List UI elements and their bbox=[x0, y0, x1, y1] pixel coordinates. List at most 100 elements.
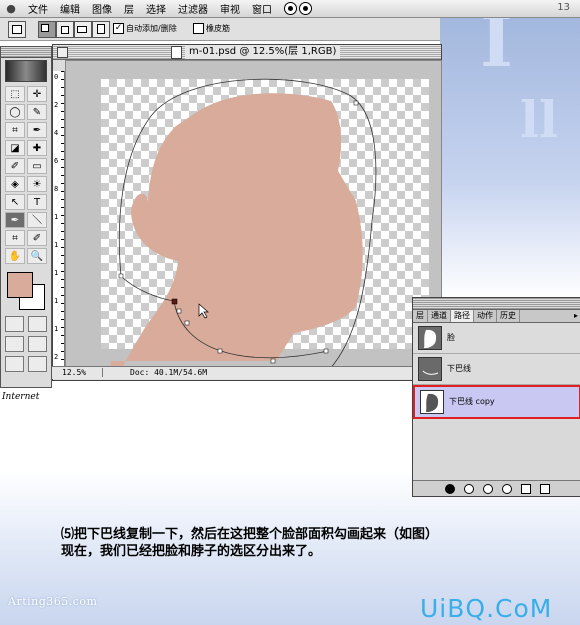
stamp-tool-icon[interactable]: ✚ bbox=[27, 140, 47, 156]
menu-file[interactable]: 文件 bbox=[22, 1, 54, 16]
path-selection-tool-icon[interactable]: ↖ bbox=[5, 194, 25, 210]
tab-channels[interactable]: 通道 bbox=[428, 310, 451, 322]
combine-mode-1-icon[interactable] bbox=[38, 21, 56, 38]
internet-label: Internet bbox=[2, 392, 40, 402]
delete-path-icon[interactable] bbox=[539, 483, 550, 494]
path-label: 下巴线 bbox=[447, 364, 471, 373]
zoom-tool-icon[interactable]: 🔍 bbox=[27, 248, 47, 264]
combine-mode-4-icon[interactable] bbox=[92, 21, 110, 38]
marquee-tool-icon[interactable]: ⬚ bbox=[5, 86, 25, 102]
path-label: 下巴线 copy bbox=[449, 397, 495, 406]
tutorial-caption: ⑸把下巴线复制一下，然后在这把整个脸部面积勾画起来（如图） 现在，我们已经把脸和… bbox=[61, 526, 438, 560]
slice-tool-icon[interactable]: ✒ bbox=[27, 122, 47, 138]
zoom-level[interactable]: 12.5% bbox=[62, 368, 103, 377]
foreground-color-swatch[interactable] bbox=[7, 272, 33, 298]
uibq-watermark: UiBQ.CoM bbox=[420, 594, 553, 623]
document-status-bar: 12.5% Doc: 40.1M/54.6M bbox=[52, 366, 440, 379]
apple-menu-icon[interactable]: ● bbox=[0, 2, 22, 15]
rubber-band-checkbox[interactable] bbox=[193, 23, 204, 34]
page-number: 13 bbox=[557, 2, 570, 13]
ruler-vertical[interactable]: 0 2 4 6 8 1 1 1 1 1 2 bbox=[53, 71, 65, 371]
standard-mode-icon[interactable] bbox=[5, 316, 24, 332]
decorative-letter: ll bbox=[520, 90, 558, 149]
brush-tool-icon[interactable]: ◪ bbox=[5, 140, 25, 156]
tab-layers[interactable]: 层 bbox=[413, 310, 428, 322]
document-title: m-01.psd @ 12.5%(层 1,RGB) bbox=[185, 45, 341, 59]
ruler-label: 1 bbox=[54, 325, 59, 333]
menu-layer[interactable]: 层 bbox=[118, 1, 140, 16]
menu-image[interactable]: 图像 bbox=[86, 1, 118, 16]
anchor-point bbox=[184, 320, 190, 326]
hand-tool-icon[interactable]: ✋ bbox=[5, 248, 25, 264]
tab-paths[interactable]: 路径 bbox=[451, 310, 474, 322]
eyes-icon bbox=[284, 2, 312, 15]
palette-menu-arrow-icon[interactable]: ▸ bbox=[571, 310, 580, 322]
gradient-tool-icon[interactable]: ◈ bbox=[5, 176, 25, 192]
auto-add-delete-label: 自动添加/删除 bbox=[126, 24, 177, 33]
pen-tool-icon[interactable]: ✒ bbox=[5, 212, 25, 228]
path-thumbnail bbox=[418, 326, 442, 350]
move-tool-icon[interactable]: ✛ bbox=[27, 86, 47, 102]
combine-mode-3-icon[interactable] bbox=[74, 21, 92, 38]
auto-add-delete-checkbox[interactable]: ✓ bbox=[113, 23, 124, 34]
combine-mode-2-icon[interactable] bbox=[56, 21, 74, 38]
jump-to-imageready-icon[interactable] bbox=[28, 356, 47, 372]
menu-window[interactable]: 窗口 bbox=[246, 1, 278, 16]
tab-actions[interactable]: 动作 bbox=[474, 310, 497, 322]
screen-mode-3-icon[interactable] bbox=[5, 356, 24, 372]
crop-tool-icon[interactable]: ⌗ bbox=[5, 122, 25, 138]
notes-tool-icon[interactable]: ⌗ bbox=[5, 230, 25, 246]
ruler-label: 1 bbox=[54, 213, 59, 221]
quick-mask-mode-icon[interactable] bbox=[28, 316, 47, 332]
screen-mode-2-icon[interactable] bbox=[28, 336, 47, 352]
toolbox-title-bar[interactable] bbox=[1, 47, 51, 58]
ruler-label: 2 bbox=[54, 101, 59, 109]
path-item-face[interactable]: 脸 bbox=[413, 323, 580, 354]
ruler-label: 2 bbox=[54, 353, 59, 361]
eraser-tool-icon[interactable]: ▭ bbox=[27, 158, 47, 174]
options-bar: ✓ 自动添加/删除 橡皮筋 bbox=[0, 18, 440, 41]
palette-title-bar[interactable] bbox=[413, 298, 580, 310]
line-tool-icon[interactable]: ＼ bbox=[27, 212, 47, 228]
ruler-label: 4 bbox=[54, 129, 59, 137]
path-label: 脸 bbox=[447, 333, 455, 342]
close-box-icon[interactable] bbox=[57, 47, 68, 58]
anchor-point bbox=[270, 358, 276, 364]
menu-filter[interactable]: 过滤器 bbox=[172, 1, 214, 16]
paths-palette: 层 通道 路径 动作 历史 ▸ 脸 下巴线 下巴线 copy bbox=[412, 297, 580, 497]
path-thumbnail bbox=[418, 357, 442, 381]
ruler-label: 0 bbox=[54, 73, 59, 81]
caption-line-2: 现在，我们已经把脸和脖子的选区分出来了。 bbox=[61, 544, 322, 559]
load-selection-icon[interactable] bbox=[482, 483, 493, 494]
path-item-chin-line[interactable]: 下巴线 bbox=[413, 354, 580, 385]
new-path-icon[interactable] bbox=[520, 483, 531, 494]
lasso-tool-icon[interactable]: ◯ bbox=[5, 104, 25, 120]
stroke-path-icon[interactable] bbox=[463, 483, 474, 494]
dodge-tool-icon[interactable]: ☀ bbox=[27, 176, 47, 192]
type-tool-icon[interactable]: T bbox=[27, 194, 47, 210]
image-canvas[interactable] bbox=[65, 60, 442, 370]
path-item-chin-line-copy[interactable]: 下巴线 copy bbox=[413, 385, 580, 419]
color-swatches bbox=[5, 270, 47, 310]
ruler-label: 8 bbox=[54, 185, 59, 193]
history-brush-tool-icon[interactable]: ✐ bbox=[5, 158, 25, 174]
menu-edit[interactable]: 编辑 bbox=[54, 1, 86, 16]
path-thumbnail bbox=[420, 390, 444, 414]
ruler-label: 1 bbox=[54, 297, 59, 305]
screen-mode-1-icon[interactable] bbox=[5, 336, 24, 352]
menu-view[interactable]: 审视 bbox=[214, 1, 246, 16]
fill-path-icon[interactable] bbox=[444, 483, 455, 494]
anchor-point bbox=[323, 348, 329, 354]
eyedropper-tool-icon[interactable]: ✐ bbox=[27, 230, 47, 246]
tab-history[interactable]: 历史 bbox=[497, 310, 520, 322]
menu-select[interactable]: 选择 bbox=[140, 1, 172, 16]
toolbox: ⬚ ✛ ◯ ✎ ⌗ ✒ ◪ ✚ ✐ ▭ ◈ ☀ ↖ T ✒ ＼ ⌗ ✐ ✋ 🔍 bbox=[0, 46, 52, 388]
photoshop-logo[interactable] bbox=[5, 60, 47, 82]
ruler-label: 1 bbox=[54, 269, 59, 277]
magic-wand-tool-icon[interactable]: ✎ bbox=[27, 104, 47, 120]
document-title-bar[interactable]: m-01.psd @ 12.5%(层 1,RGB) bbox=[53, 45, 441, 60]
pen-tool-preset-icon[interactable] bbox=[8, 21, 26, 38]
face-illustration bbox=[110, 78, 377, 369]
make-work-path-icon[interactable] bbox=[501, 483, 512, 494]
document-size[interactable]: Doc: 40.1M/54.6M bbox=[130, 368, 207, 377]
